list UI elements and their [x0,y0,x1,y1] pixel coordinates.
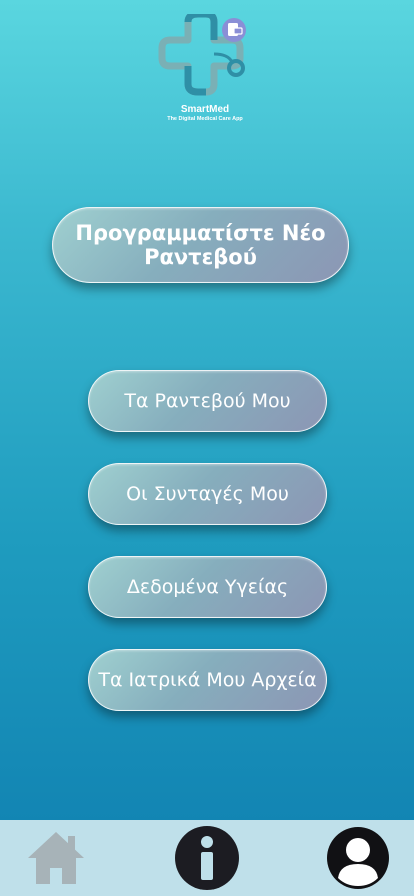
bottom-navigation-bar [0,820,414,896]
new-appointment-button[interactable]: Προγραμματίστε Νέο Ραντεβού [52,207,349,283]
medical-records-button[interactable]: Τα Ιατρικά Μου Αρχεία [88,649,327,711]
nav-profile-button[interactable] [323,820,393,896]
app-logo: SmartMed The Digital Medical Care App [150,14,260,126]
health-data-label: Δεδομένα Υγείας [126,576,289,598]
nav-info-button[interactable] [172,820,242,896]
info-icon [175,826,239,890]
app-tagline: The Digital Medical Care App [167,116,243,122]
app-brand-name: SmartMed [180,104,230,115]
my-appointments-button[interactable]: Τα Ραντεβού Μου [88,370,327,432]
nav-home-button[interactable] [22,820,90,896]
health-data-button[interactable]: Δεδομένα Υγείας [88,556,327,618]
my-appointments-label: Τα Ραντεβού Μου [124,390,291,412]
my-prescriptions-label: Οι Συνταγές Μου [126,483,289,505]
home-icon [28,832,84,884]
medical-records-label: Τα Ιατρικά Μου Αρχεία [98,669,317,691]
my-prescriptions-button[interactable]: Οι Συνταγές Μου [88,463,327,525]
medical-cross-logo-icon [158,14,246,96]
new-appointment-label: Προγραμματίστε Νέο Ραντεβού [75,221,326,269]
user-profile-icon [327,827,389,889]
